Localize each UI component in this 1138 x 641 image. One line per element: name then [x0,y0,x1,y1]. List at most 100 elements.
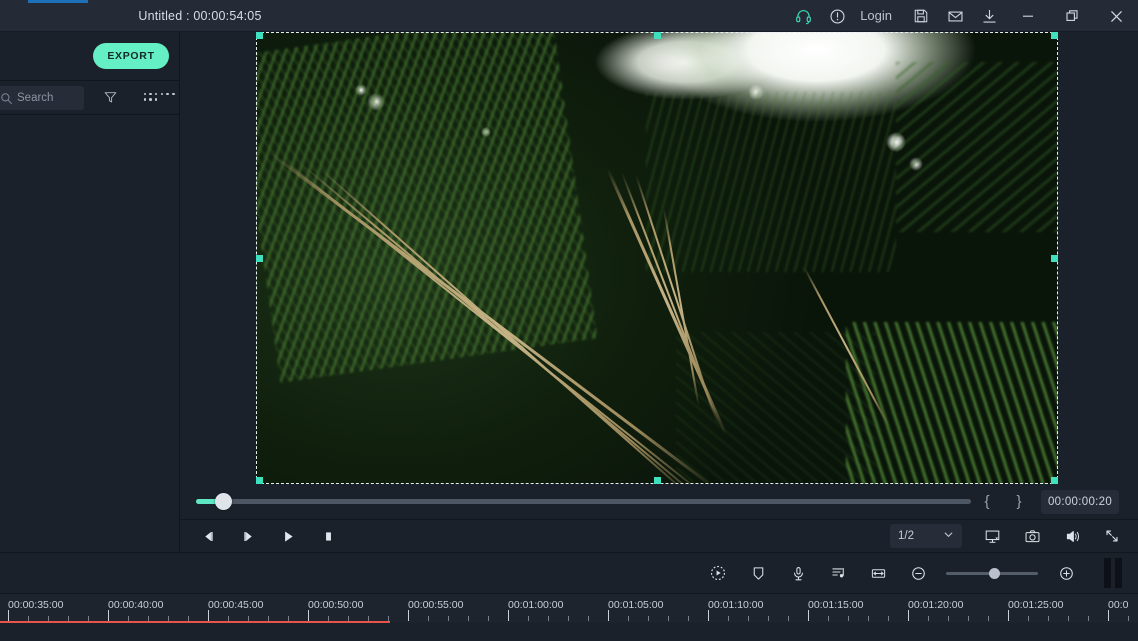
play-icon[interactable] [268,520,308,553]
ruler-tick-major [908,610,909,621]
ruler-tick-minor [1028,616,1029,621]
mail-icon[interactable] [938,0,972,32]
minimize-icon[interactable] [1006,0,1050,32]
export-row: EXPORT [0,32,179,81]
ruler-label: 00:01:05:00 [608,599,664,611]
search-input[interactable] [17,92,77,104]
ruler-tick-minor [648,616,649,621]
resize-handle-top-center[interactable] [654,32,661,39]
ruler-label: 00:01:25:00 [1008,599,1064,611]
ruler-tick-major [808,610,809,621]
ruler-tick-minor [1048,616,1049,621]
ruler-tick-minor [688,616,689,621]
video-preview[interactable] [256,32,1058,484]
ruler-label: 00:01:00:00 [508,599,564,611]
volume-icon[interactable] [1052,520,1092,553]
page-title: Untitled : 00:00:54:05 [138,9,262,23]
ruler-label: 00:01:15:00 [808,599,864,611]
ruler-tick-minor [428,616,429,621]
fit-timeline-icon[interactable] [858,553,898,594]
ruler-tick-minor [748,616,749,621]
resize-handle-top-right[interactable] [1051,32,1058,39]
ruler-tick-minor [888,616,889,621]
ruler-tick-minor [668,616,669,621]
close-icon[interactable] [1094,0,1138,32]
resize-handle-bottom-center[interactable] [654,477,661,484]
restore-icon[interactable] [1050,0,1094,32]
info-circle-icon[interactable] [820,0,854,32]
title-bar-actions: Login [786,0,1138,32]
zoom-out-icon[interactable] [898,553,938,594]
mark-in-button[interactable]: { [971,493,1003,510]
login-button[interactable]: Login [854,0,904,32]
crop-icon[interactable] [738,553,778,594]
resize-handle-middle-left[interactable] [256,255,263,262]
timeline-tracks[interactable] [0,623,1138,641]
timeline-zoom-knob[interactable] [988,567,1000,579]
media-library-panel: EXPORT [0,32,180,552]
ruler-label: 00:01:20:00 [908,599,964,611]
timeline-ruler[interactable]: 00:00:35:00 00:00:40:00 00:00:45:00 00:00:5… [0,593,1138,623]
save-icon[interactable] [904,0,938,32]
display-settings-icon[interactable] [972,520,1012,553]
timeline-toolbar [0,552,1138,593]
voiceover-icon[interactable] [778,553,818,594]
ruler-tick-major [108,610,109,621]
audio-mixer-icon[interactable] [818,553,858,594]
ruler-tick-minor [828,616,829,621]
resize-handle-bottom-right[interactable] [1051,477,1058,484]
preview-area [180,32,1138,484]
playhead-slider[interactable] [196,493,971,510]
timeline-zoom-slider[interactable] [946,567,1038,579]
stop-icon[interactable] [308,520,348,553]
ruler-tick-minor [468,616,469,621]
resize-handle-top-left[interactable] [256,32,263,39]
video-editor-window: Untitled : 00:00:54:05 Login EXPORT Sear… [0,0,1138,641]
ruler-tick-minor [1068,616,1069,621]
search-icon [0,92,13,105]
ruler-tick-major [708,610,709,621]
ruler-tick-minor [848,616,849,621]
ruler-tick-major [408,610,409,621]
ruler-tick-major [308,610,309,621]
ruler-tick-major [208,610,209,621]
export-button[interactable]: EXPORT [93,43,169,69]
resize-handle-bottom-left[interactable] [256,477,263,484]
ruler-label: 00:01:10:00 [708,599,764,611]
transport-controls: 1/2 [180,519,1138,552]
headset-icon[interactable] [786,0,820,32]
zoom-in-icon[interactable] [1046,553,1086,594]
search-box[interactable] [0,86,84,110]
current-timecode[interactable]: 00:00:00:20 [1041,489,1119,514]
ruler-tick-minor [988,616,989,621]
ruler-tick-minor [948,616,949,621]
playhead-handle[interactable] [214,493,232,510]
speed-ratio-select[interactable]: 1/2 [890,524,962,548]
foliage-layer [256,32,598,383]
fullscreen-icon[interactable] [1092,520,1132,553]
ruler-tick-minor [768,616,769,621]
ruler-tick-minor [548,616,549,621]
playhead-scrubber-row: { } 00:00:00:20 [180,484,1138,519]
download-icon[interactable] [972,0,1006,32]
ruler-tick-minor [528,616,529,621]
ruler-tick-minor [868,616,869,621]
library-toolbar [0,81,179,115]
ruler-tick-minor [928,616,929,621]
library-item-list[interactable] [0,115,179,552]
ruler-tick-major [608,610,609,621]
prev-frame-icon[interactable] [188,520,228,553]
ruler-label: 00:00:55:00 [408,599,464,611]
grid-view-icon[interactable] [142,91,179,102]
auto-highlight-icon[interactable] [698,553,738,594]
mark-out-button[interactable]: } [1003,493,1035,510]
filter-icon[interactable] [103,90,118,110]
panel-resize-handle[interactable] [1100,558,1126,588]
ruler-tick-major [1008,610,1009,621]
next-frame-icon[interactable] [228,520,268,553]
speed-ratio-value: 1/2 [898,530,914,542]
ruler-label: 00:00:35:00 [8,599,64,611]
snapshot-icon[interactable] [1012,520,1052,553]
resize-handle-middle-right[interactable] [1051,255,1058,262]
chevron-down-icon [943,529,954,543]
